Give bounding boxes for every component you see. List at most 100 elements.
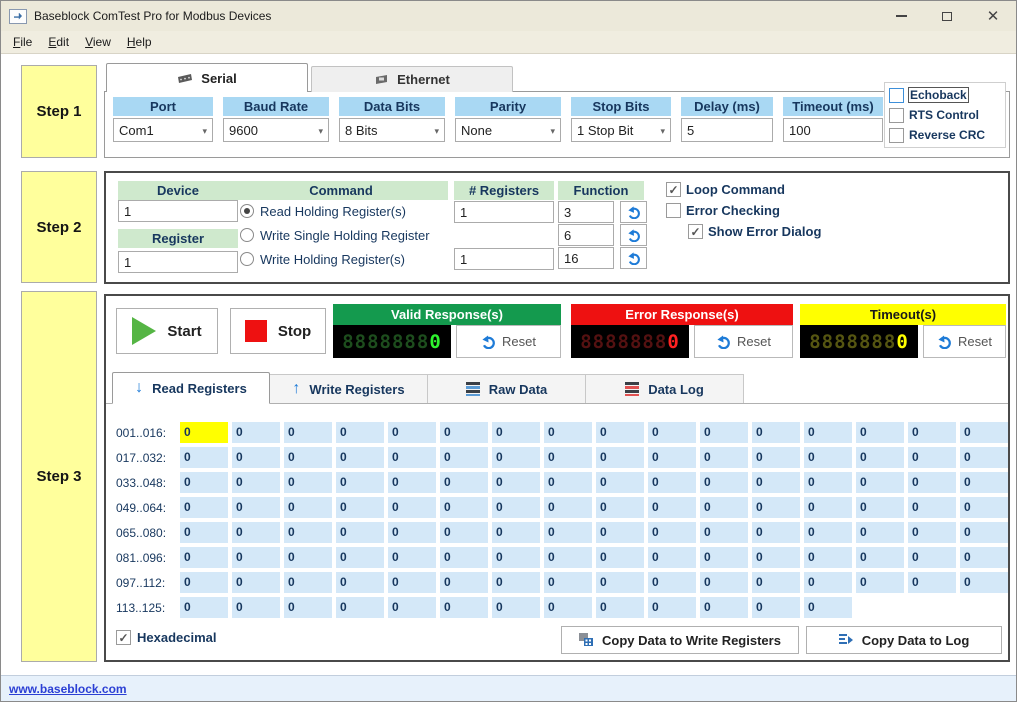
register-cell[interactable]: 0 [804,572,852,593]
register-cell[interactable]: 0 [336,547,384,568]
register-cell[interactable]: 0 [544,522,592,543]
tab-raw-data[interactable]: Raw Data [428,374,586,403]
function-read-input[interactable] [559,202,613,222]
copy-data-to-log-button[interactable]: Copy Data to Log [806,626,1002,654]
register-cell[interactable]: 0 [908,572,956,593]
baud-rate-select[interactable]: 9600▾ [223,118,329,142]
register-cell[interactable]: 0 [752,447,800,468]
register-cell[interactable]: 0 [544,497,592,518]
register-cell[interactable]: 0 [336,422,384,443]
register-cell[interactable]: 0 [804,597,852,618]
register-cell[interactable]: 0 [492,572,540,593]
function-write-single-reset-button[interactable] [620,224,647,246]
register-cell[interactable]: 0 [596,522,644,543]
register-cell[interactable]: 0 [908,547,956,568]
register-cell[interactable]: 0 [180,522,228,543]
register-cell[interactable]: 0 [440,447,488,468]
register-cell[interactable]: 0 [284,422,332,443]
register-cell[interactable]: 0 [492,597,540,618]
register-cell[interactable]: 0 [596,472,644,493]
register-cell[interactable]: 0 [752,572,800,593]
register-cell[interactable]: 0 [700,447,748,468]
register-cell[interactable]: 0 [700,497,748,518]
register-cell[interactable]: 0 [544,447,592,468]
register-cell[interactable]: 0 [960,572,1008,593]
register-cell[interactable]: 0 [648,572,696,593]
copy-data-to-write-registers-button[interactable]: Copy Data to Write Registers [561,626,799,654]
register-cell[interactable]: 0 [284,597,332,618]
valid-response-reset-button[interactable]: Reset [456,325,561,358]
data-bits-select[interactable]: 8 Bits▾ [339,118,445,142]
timeout-reset-button[interactable]: Reset [923,325,1006,358]
register-cell[interactable]: 0 [596,422,644,443]
register-cell[interactable]: 0 [700,522,748,543]
start-button[interactable]: Start [116,308,218,354]
register-cell[interactable]: 0 [700,572,748,593]
register-cell[interactable]: 0 [960,422,1008,443]
register-cell[interactable]: 0 [388,547,436,568]
function-write-single-input[interactable] [559,225,613,245]
tab-serial[interactable]: Serial [106,63,308,92]
register-cell[interactable]: 0 [180,572,228,593]
register-cell[interactable]: 0 [804,547,852,568]
register-cell[interactable]: 0 [648,472,696,493]
register-cell[interactable]: 0 [596,447,644,468]
register-cell[interactable]: 0 [596,547,644,568]
register-cell[interactable]: 0 [960,497,1008,518]
register-cell[interactable]: 0 [284,522,332,543]
register-cell[interactable]: 0 [908,472,956,493]
register-cell[interactable]: 0 [544,472,592,493]
register-cell[interactable]: 0 [492,547,540,568]
function-write-multi-reset-button[interactable] [620,247,647,269]
register-cell[interactable]: 0 [388,522,436,543]
register-cell[interactable]: 0 [284,547,332,568]
tab-write-registers[interactable]: ↑ Write Registers [270,374,428,403]
register-cell[interactable]: 0 [492,472,540,493]
register-cell[interactable]: 0 [336,447,384,468]
register-cell[interactable]: 0 [804,422,852,443]
register-cell[interactable]: 0 [544,572,592,593]
register-cell[interactable]: 0 [388,597,436,618]
register-cell[interactable]: 0 [804,472,852,493]
register-cell[interactable]: 0 [960,547,1008,568]
register-cell[interactable]: 0 [336,472,384,493]
register-cell[interactable]: 0 [492,447,540,468]
register-cell[interactable]: 0 [492,522,540,543]
loop-command-checkbox[interactable]: Loop Command [666,179,821,200]
error-response-reset-button[interactable]: Reset [694,325,793,358]
register-cell[interactable]: 0 [856,572,904,593]
register-cell[interactable]: 0 [544,547,592,568]
stop-button[interactable]: Stop [230,308,326,354]
register-cell[interactable]: 0 [284,472,332,493]
register-cell[interactable]: 0 [908,447,956,468]
register-cell[interactable]: 0 [804,497,852,518]
register-cell[interactable]: 0 [232,522,280,543]
register-cell[interactable]: 0 [232,472,280,493]
register-cell[interactable]: 0 [440,522,488,543]
register-cell[interactable]: 0 [388,497,436,518]
register-cell[interactable]: 0 [908,497,956,518]
register-cell[interactable]: 0 [908,522,956,543]
menu-item-help[interactable]: Help [119,32,160,52]
maximize-button[interactable] [924,1,970,31]
register-cell[interactable]: 0 [856,472,904,493]
register-cell[interactable]: 0 [648,447,696,468]
register-cell[interactable]: 0 [804,447,852,468]
register-cell[interactable]: 0 [232,497,280,518]
register-cell[interactable]: 0 [752,522,800,543]
register-cell[interactable]: 0 [440,547,488,568]
register-cell[interactable]: 0 [284,572,332,593]
register-cell[interactable]: 0 [648,497,696,518]
register-cell[interactable]: 0 [908,422,956,443]
register-cell[interactable]: 0 [752,547,800,568]
register-cell[interactable]: 0 [700,547,748,568]
error-checking-checkbox[interactable]: Error Checking [666,200,821,221]
register-cell[interactable]: 0 [960,522,1008,543]
register-cell[interactable]: 0 [180,547,228,568]
radio-read-holding[interactable]: Read Holding Register(s) [240,201,406,221]
function-read-reset-button[interactable] [620,201,647,223]
register-cell[interactable]: 0 [544,422,592,443]
timeout-input[interactable] [789,119,877,141]
register-cell[interactable]: 0 [388,572,436,593]
register-cell[interactable]: 0 [388,422,436,443]
